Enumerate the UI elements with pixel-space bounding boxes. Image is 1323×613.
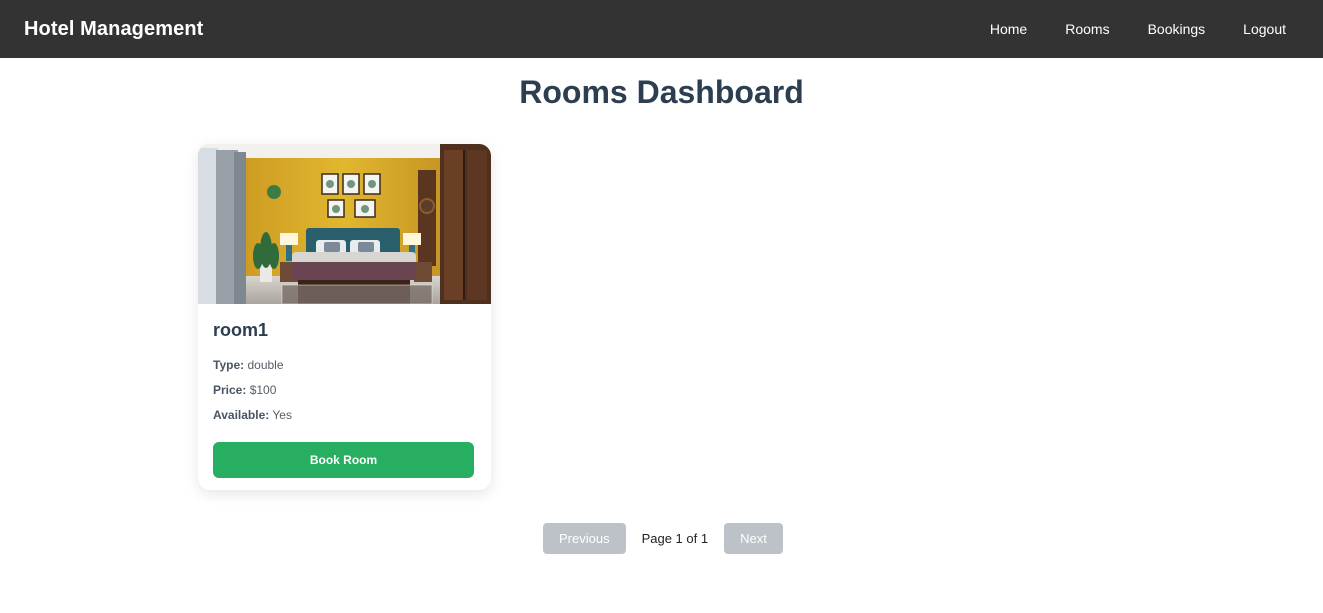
room-price-value: $100 xyxy=(249,383,277,397)
main-nav: Home Rooms Bookings Logout xyxy=(990,0,1286,58)
page-title: Rooms Dashboard xyxy=(519,74,804,110)
bedroom-photo-illustration xyxy=(198,144,491,304)
room-image xyxy=(198,144,491,304)
nav-bookings[interactable]: Bookings xyxy=(1148,21,1206,37)
previous-page-button[interactable]: Previous xyxy=(543,523,626,554)
room-available-label: Available: xyxy=(213,408,270,422)
room-card: room1 Type: double Price: $100 Available… xyxy=(198,144,491,490)
room-price-label: Price: xyxy=(213,383,247,397)
page-indicator: Page 1 of 1 xyxy=(641,531,709,546)
room-price-row: Price: $100 xyxy=(213,378,476,403)
next-page-button[interactable]: Next xyxy=(724,523,783,554)
nav-rooms[interactable]: Rooms xyxy=(1065,21,1109,37)
room-name: room1 xyxy=(213,320,269,340)
room-type-label: Type: xyxy=(213,358,245,372)
room-type-row: Type: double xyxy=(213,353,476,378)
nav-logout[interactable]: Logout xyxy=(1243,21,1286,37)
room-type-value: double xyxy=(247,358,284,372)
room-available-value: Yes xyxy=(272,408,292,422)
pagination: Previous Page 1 of 1 Next xyxy=(543,523,783,554)
book-room-button[interactable]: Book Room xyxy=(213,442,474,478)
nav-home[interactable]: Home xyxy=(990,21,1027,37)
brand-logo-text[interactable]: Hotel Management xyxy=(24,18,203,41)
top-navbar: Hotel Management Home Rooms Bookings Log… xyxy=(0,0,1323,58)
room-card-body: room1 Type: double Price: $100 Available… xyxy=(198,304,491,478)
room-availability-row: Available: Yes xyxy=(213,403,476,428)
